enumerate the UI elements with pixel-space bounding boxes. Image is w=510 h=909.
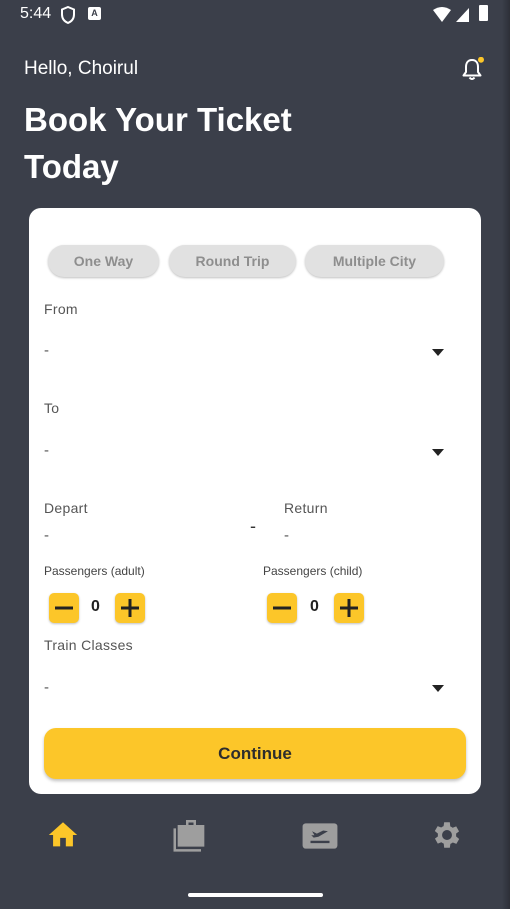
trip-type-round-trip[interactable]: Round Trip bbox=[169, 245, 296, 277]
dropdown-arrow-icon bbox=[432, 685, 444, 692]
battery-icon bbox=[479, 5, 488, 21]
trip-type-one-way[interactable]: One Way bbox=[48, 245, 159, 277]
greeting-text: Hello, Choirul bbox=[24, 58, 139, 79]
status-bar: 5:44 A bbox=[0, 0, 510, 30]
dropdown-arrow-icon bbox=[432, 449, 444, 456]
train-classes-value: - bbox=[44, 679, 49, 696]
plus-icon bbox=[340, 599, 358, 617]
home-icon[interactable] bbox=[46, 818, 80, 852]
train-classes-label: Train Classes bbox=[44, 637, 133, 653]
notification-bell-icon[interactable] bbox=[460, 57, 484, 83]
dropdown-arrow-icon bbox=[432, 349, 444, 356]
status-time: 5:44 bbox=[20, 5, 52, 22]
depart-label: Depart bbox=[44, 500, 88, 516]
decrease-adult-button[interactable] bbox=[49, 593, 79, 623]
notification-app-icon: A bbox=[88, 7, 101, 20]
notification-dot bbox=[478, 57, 484, 63]
date-range-separator: - bbox=[250, 516, 256, 536]
wifi-signal-icon bbox=[433, 7, 469, 22]
plus-icon bbox=[121, 599, 139, 617]
page-title: Book Your Ticket Today bbox=[24, 101, 292, 185]
passengers-child-label: Passengers (child) bbox=[263, 564, 363, 578]
trip-type-multiple-city[interactable]: Multiple City bbox=[305, 245, 444, 277]
decrease-child-button[interactable] bbox=[267, 593, 297, 623]
child-count: 0 bbox=[310, 598, 319, 615]
passengers-adult-label: Passengers (adult) bbox=[44, 564, 145, 578]
shield-icon bbox=[61, 6, 75, 24]
minus-icon bbox=[55, 606, 73, 610]
to-value: - bbox=[44, 442, 49, 459]
ticket-flight-icon[interactable] bbox=[301, 818, 339, 854]
booking-card: One Way Round Trip Multiple City From - … bbox=[29, 208, 481, 794]
increase-adult-button[interactable] bbox=[115, 593, 145, 623]
return-label: Return bbox=[284, 500, 328, 516]
edge-shadow bbox=[502, 0, 510, 909]
settings-gear-icon[interactable] bbox=[430, 818, 464, 852]
return-date-field[interactable]: - bbox=[284, 527, 289, 544]
to-label: To bbox=[44, 400, 60, 416]
home-indicator-bar[interactable] bbox=[188, 893, 323, 897]
continue-button[interactable]: Continue bbox=[44, 728, 466, 779]
minus-icon bbox=[273, 606, 291, 610]
increase-child-button[interactable] bbox=[334, 593, 364, 623]
luggage-icon[interactable] bbox=[171, 815, 211, 855]
depart-date-field[interactable]: - bbox=[44, 527, 49, 544]
from-label: From bbox=[44, 301, 78, 317]
from-value: - bbox=[44, 342, 49, 359]
adult-count: 0 bbox=[91, 598, 100, 615]
